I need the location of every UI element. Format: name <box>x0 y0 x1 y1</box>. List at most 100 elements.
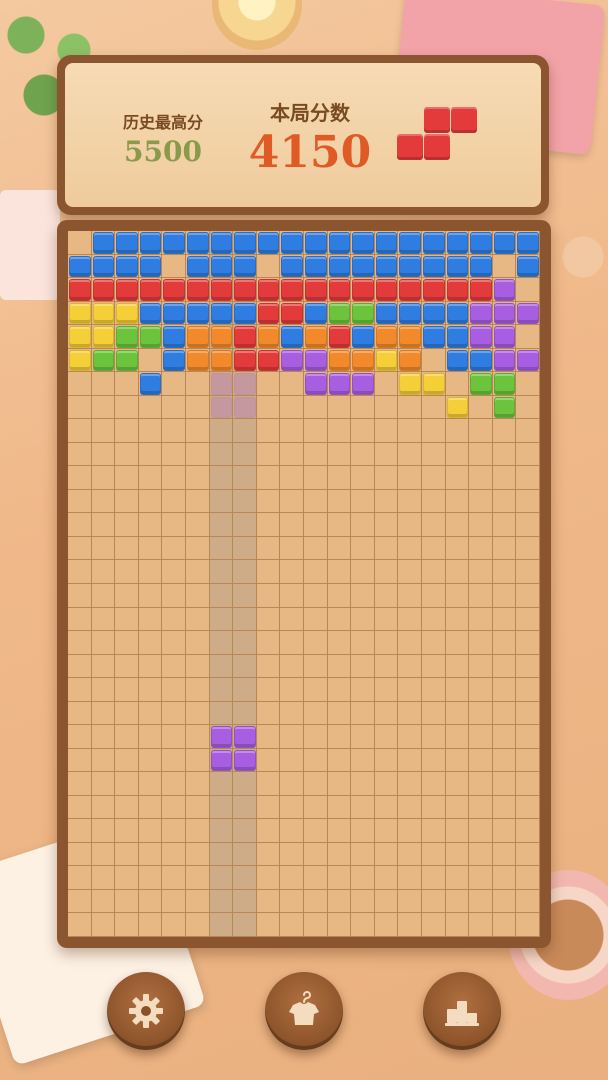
grid-cell <box>492 819 517 843</box>
grid-cell <box>91 419 116 443</box>
grid-cell <box>115 419 139 443</box>
grid-cell <box>68 842 92 867</box>
grid-cell <box>115 913 139 937</box>
grid-cell <box>162 913 186 937</box>
grid-cell <box>280 842 304 867</box>
grid-cell <box>162 607 186 632</box>
grid-cell <box>422 607 446 632</box>
grid-cell <box>516 419 540 443</box>
locked-block <box>328 302 351 325</box>
skins-button[interactable] <box>265 972 343 1050</box>
grid-cell <box>138 395 163 420</box>
grid-cell <box>516 889 540 914</box>
locked-block <box>305 302 327 325</box>
grid-cell <box>445 584 470 608</box>
grid-cell <box>469 725 493 749</box>
grid-cell <box>351 842 375 867</box>
locked-block <box>210 326 233 348</box>
grid-cell <box>374 607 399 632</box>
grid-cell <box>492 654 517 679</box>
locked-block <box>446 232 469 254</box>
grid-cell <box>516 678 540 702</box>
grid-cell <box>162 725 186 749</box>
grid-cell <box>115 819 139 843</box>
grid-cell <box>91 772 116 796</box>
grid-cell <box>492 701 517 726</box>
grid-cell <box>209 772 234 796</box>
grid-cell <box>327 607 352 632</box>
grid-cell <box>351 442 375 467</box>
grid-cell <box>138 889 163 914</box>
game-board-grid[interactable] <box>68 231 540 937</box>
grid-cell <box>256 395 281 420</box>
grid-cell <box>327 913 352 937</box>
grid-cell <box>469 395 493 420</box>
grid-cell <box>398 607 422 632</box>
grid-cell <box>186 395 210 420</box>
locked-block <box>375 326 398 348</box>
grid-cell <box>422 513 446 537</box>
grid-cell <box>162 889 186 914</box>
grid-cell <box>233 584 257 608</box>
grid-cell <box>516 536 540 561</box>
next-piece-block <box>424 134 450 160</box>
grid-cell <box>445 489 470 514</box>
grid-cell <box>91 372 116 396</box>
grid-cell <box>115 489 139 514</box>
grid-cell <box>91 536 116 561</box>
grid-cell <box>256 631 281 655</box>
grid-cell <box>209 654 234 679</box>
locked-block <box>234 326 256 348</box>
grid-cell <box>398 395 422 420</box>
grid-cell <box>398 889 422 914</box>
grid-cell <box>233 678 257 702</box>
grid-cell <box>304 607 328 632</box>
grid-cell <box>280 419 304 443</box>
grid-cell <box>162 772 186 796</box>
grid-cell <box>186 372 210 396</box>
grid-cell <box>91 866 116 890</box>
grid-cell <box>469 654 493 679</box>
locked-block <box>493 373 516 395</box>
grid-cell <box>327 701 352 726</box>
grid-cell <box>327 560 352 584</box>
settings-button[interactable] <box>107 972 185 1050</box>
grid-cell <box>162 536 186 561</box>
locked-block <box>517 302 539 325</box>
grid-cell <box>492 254 517 279</box>
leaderboard-button[interactable] <box>423 972 501 1050</box>
grid-cell <box>256 584 281 608</box>
grid-cell <box>162 513 186 537</box>
grid-cell <box>138 654 163 679</box>
score-panel: 历史最高分 5500 本局分数 4150 <box>57 55 549 215</box>
locked-block <box>139 232 162 254</box>
locked-block <box>187 326 209 348</box>
grid-cell <box>304 842 328 867</box>
grid-cell <box>516 631 540 655</box>
grid-cell <box>138 489 163 514</box>
grid-cell <box>469 419 493 443</box>
grid-cell <box>304 772 328 796</box>
grid-cell <box>492 607 517 632</box>
grid-cell <box>516 913 540 937</box>
grid-cell <box>492 795 517 820</box>
grid-cell <box>68 819 92 843</box>
grid-cell <box>398 725 422 749</box>
locked-block <box>305 255 327 278</box>
locked-block <box>234 302 256 325</box>
grid-cell <box>280 772 304 796</box>
locked-block <box>328 373 351 395</box>
grid-cell <box>374 819 399 843</box>
grid-cell <box>398 654 422 679</box>
grid-cell <box>280 395 304 420</box>
grid-cell <box>492 631 517 655</box>
grid-cell <box>351 560 375 584</box>
locked-block <box>375 279 398 301</box>
grid-cell <box>374 631 399 655</box>
locked-block <box>187 232 209 254</box>
grid-cell <box>304 819 328 843</box>
grid-cell <box>304 748 328 773</box>
grid-cell <box>162 395 186 420</box>
grid-cell <box>186 748 210 773</box>
grid-cell <box>445 466 470 490</box>
